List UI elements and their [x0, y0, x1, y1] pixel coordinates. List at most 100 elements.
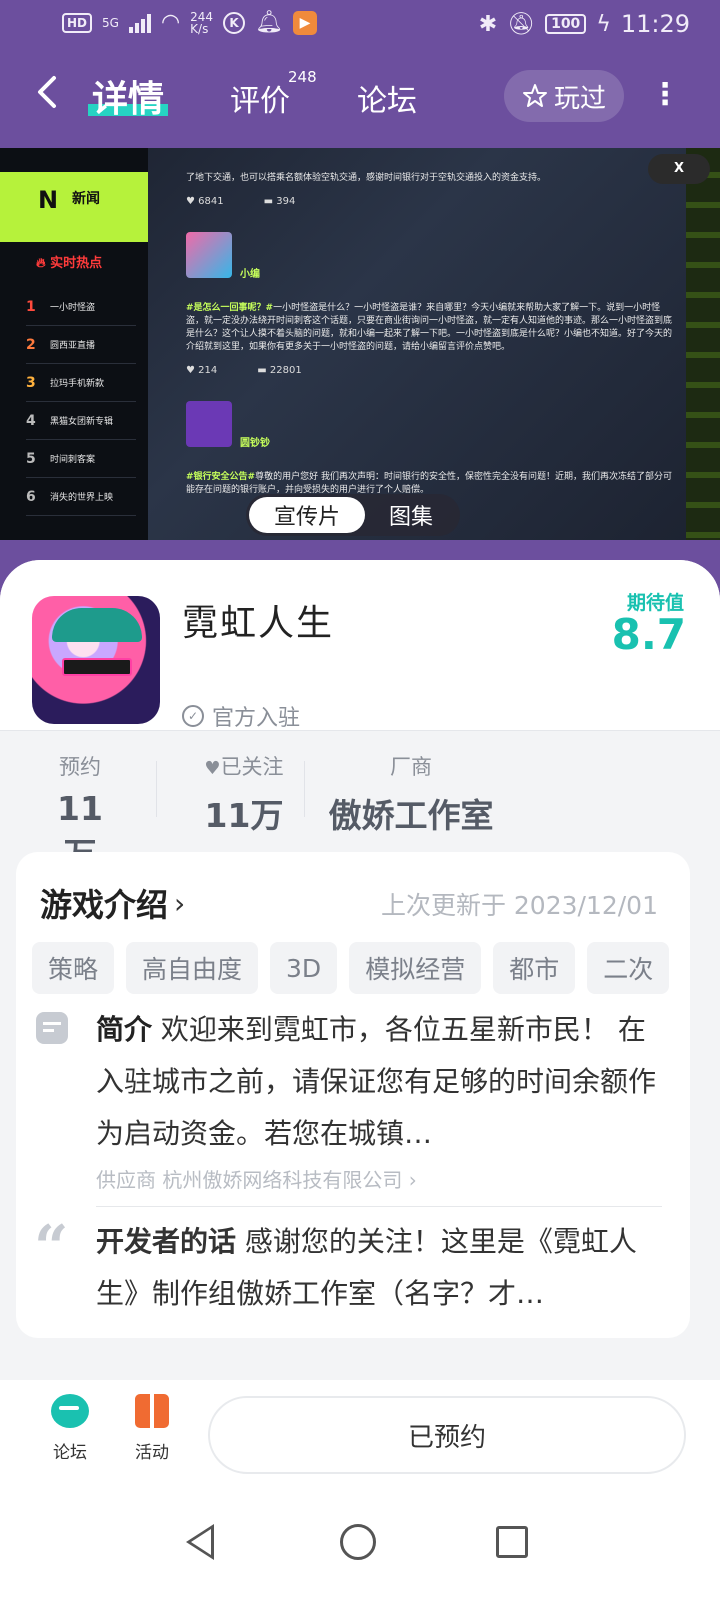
list-item: 6 消失的世界上映 [26, 478, 136, 516]
more-options-button[interactable]: ⋮ [650, 78, 680, 118]
hot-num: 6 [26, 488, 36, 505]
stat-vendor[interactable]: 厂商 傲娇工作室 [320, 751, 502, 837]
played-label: 玩过 [553, 83, 606, 114]
tab-detail-label: 详情 [92, 79, 165, 120]
hot-num: 4 [26, 412, 36, 429]
tag[interactable]: 3D [270, 942, 338, 994]
likes-value: 214 [198, 365, 218, 376]
hot-num: 5 [26, 450, 36, 467]
news-sidebar: N 新闻 🔥︎ 实时热点 1 一小时怪盗 2 圆西亚直播 3 拉玛手机新款 4 黑猫女团… [0, 148, 148, 540]
developer-note-label: 开发者的话 [96, 1225, 237, 1258]
stat-follow[interactable]: ♥已关注 11万 [184, 751, 304, 837]
stat-value: 傲娇工作室 [328, 796, 494, 835]
document-icon [36, 1012, 68, 1044]
bluetooth-icon: ✱ [478, 11, 498, 37]
top-nav: 详情 评价 248 论坛 玩过 ⋮ [0, 60, 720, 140]
stat-label: 厂商 [390, 755, 432, 779]
hot-num: 3 [26, 374, 36, 391]
hot-text: 圆西亚直播 [50, 341, 96, 351]
summary-text: 欢迎来到霓虹市，各位五星新市民！ 在入驻城市之前，请保证您有足够的时间余额作为启… [96, 1013, 657, 1150]
main-content: 霓虹人生 ✓ 官方入驻 期待值 8.7 预约 11万 ♥已关注 11万 厂商 傲… [0, 560, 720, 1380]
avatar [186, 232, 232, 278]
network-speed: 244 K/s [190, 11, 213, 35]
list-item: 2 圆西亚直播 [26, 326, 136, 364]
decorative-stripe [686, 148, 720, 540]
stat-label: ♥已关注 [184, 751, 304, 781]
heart-icon: ♥ [204, 758, 221, 779]
list-item: 3 拉玛手机新款 [26, 364, 136, 402]
reserved-button[interactable]: 已预约 [208, 1396, 686, 1474]
feed-username: 圆钞钞 [240, 438, 270, 449]
back-button[interactable] [34, 74, 74, 118]
post-body: 尊敬的用户您好 我们再次声明：时间银行的安全性，保密性完全没有问题！近期，我们再… [186, 472, 672, 495]
feed-post-text: #是怎么一回事呢？#一小时怪盗是什么？一小时怪盗是谁？来自哪里？今天小编就来帮助… [186, 302, 676, 354]
forum-button[interactable]: 论坛 [40, 1394, 100, 1463]
tab-detail[interactable]: 详情 [92, 70, 164, 122]
feed-user: 小编 [186, 232, 676, 284]
media-preview[interactable]: N 新闻 🔥︎ 实时热点 1 一小时怪盗 2 圆西亚直播 3 拉玛手机新款 4 黑猫女团… [0, 148, 720, 540]
media-toggle: 宣传片 图集 [246, 494, 460, 536]
speed-unit: K/s [190, 21, 209, 36]
hot-list: 1 一小时怪盗 2 圆西亚直播 3 拉玛手机新款 4 黑猫女团新专辑 5 时间刺客案 6 消… [26, 288, 136, 516]
cap-shape [52, 608, 142, 642]
nav-back-icon-inner [191, 1529, 211, 1555]
tag[interactable]: 模拟经营 [349, 942, 482, 994]
tag[interactable]: 高自由度 [126, 942, 259, 994]
divider [96, 1206, 662, 1207]
intro-card: 游戏介绍 › 上次更新于 2023/12/01 策略 高自由度 3D 模拟经营 … [16, 852, 690, 1338]
played-button[interactable]: 玩过 [504, 70, 624, 122]
supplier-link[interactable]: 供应商 杭州傲娇网络科技有限公司 › [96, 1164, 417, 1193]
nav-home-icon[interactable] [340, 1524, 376, 1560]
post-tag: #银行安全公告# [186, 472, 256, 482]
review-count-badge: 248 [288, 68, 317, 86]
activity-button[interactable]: 活动 [122, 1394, 182, 1463]
tab-review[interactable]: 评价 [230, 76, 290, 120]
summary[interactable]: 简介 欢迎来到霓虹市，各位五星新市民！ 在入驻城市之前，请保证您有足够的时间余额… [96, 1004, 662, 1160]
stat-value: 11万 [204, 796, 284, 835]
hot-title-text: 实时热点 [50, 256, 103, 271]
tab-gallery[interactable]: 图集 [365, 499, 457, 531]
news-header: N 新闻 [0, 172, 148, 242]
check-icon: ✓ [182, 705, 204, 727]
tab-forum[interactable]: 论坛 [357, 76, 417, 120]
follow-label: 已关注 [220, 755, 284, 779]
news-logo: N [38, 186, 59, 214]
network-type: 5G [102, 15, 119, 30]
feed-user: 圆钞钞 [186, 401, 676, 453]
hot-num: 2 [26, 336, 36, 353]
tag[interactable]: 策略 [32, 942, 115, 994]
play-app-icon: ▶ [293, 10, 317, 35]
hot-text: 一小时怪盗 [50, 303, 96, 313]
comments-count: ▬ 394 [263, 196, 296, 207]
stat-label: 预约 [59, 755, 101, 779]
nav-recents-icon[interactable] [496, 1526, 528, 1558]
tab-trailer[interactable]: 宣传片 [249, 497, 365, 533]
list-item: 4 黑猫女团新专辑 [26, 402, 136, 440]
comments-count: ▬ 22801 [257, 365, 302, 376]
list-item: 1 一小时怪盗 [26, 288, 136, 326]
more-icon: ⋮ [650, 77, 680, 112]
post-meta: ♥ 6841 ▬ 394 [186, 195, 676, 208]
feed-username: 小编 [240, 269, 260, 280]
post-meta: ♥ 214 ▬ 22801 [186, 364, 676, 377]
game-header: 霓虹人生 ✓ 官方入驻 期待值 8.7 [0, 560, 720, 731]
hot-text: 黑猫女团新专辑 [50, 417, 114, 427]
status-bar: HD 5G ◠ 244 K/s K 🔔︎ ▶ ✱ 🔕︎ 100 ϟ 11:29 [0, 0, 720, 50]
hd-icon: HD [62, 12, 93, 33]
post-tag: #是怎么一回事呢？# [186, 303, 274, 313]
signal-icon [128, 13, 151, 33]
visor-shape [62, 658, 132, 676]
chevron-right-icon: › [174, 886, 186, 920]
expect-score: 8.7 [611, 610, 686, 659]
feed-post-text: 了地下交通，也可以搭乘名额体验空轨交通，感谢时间银行对于空轨交通投入的资金支持。 [186, 173, 547, 183]
tag[interactable]: 都市 [493, 942, 576, 994]
last-updated: 上次更新于 2023/12/01 [380, 891, 658, 920]
developer-note[interactable]: 开发者的话 感谢您的关注！这里是《霓虹人生》制作组傲娇工作室（名字？才… [96, 1216, 662, 1320]
back-arrow-icon [38, 76, 56, 108]
bottom-action-bar: 论坛 活动 已预约 [0, 1380, 720, 1490]
bell-icon: 🔔︎ [255, 10, 283, 35]
intro-title: 游戏介绍 [40, 886, 169, 924]
tag[interactable]: 二次 [587, 942, 670, 994]
summary-label: 简介 [96, 1013, 153, 1046]
intro-title-link[interactable]: 游戏介绍 › [40, 880, 185, 926]
